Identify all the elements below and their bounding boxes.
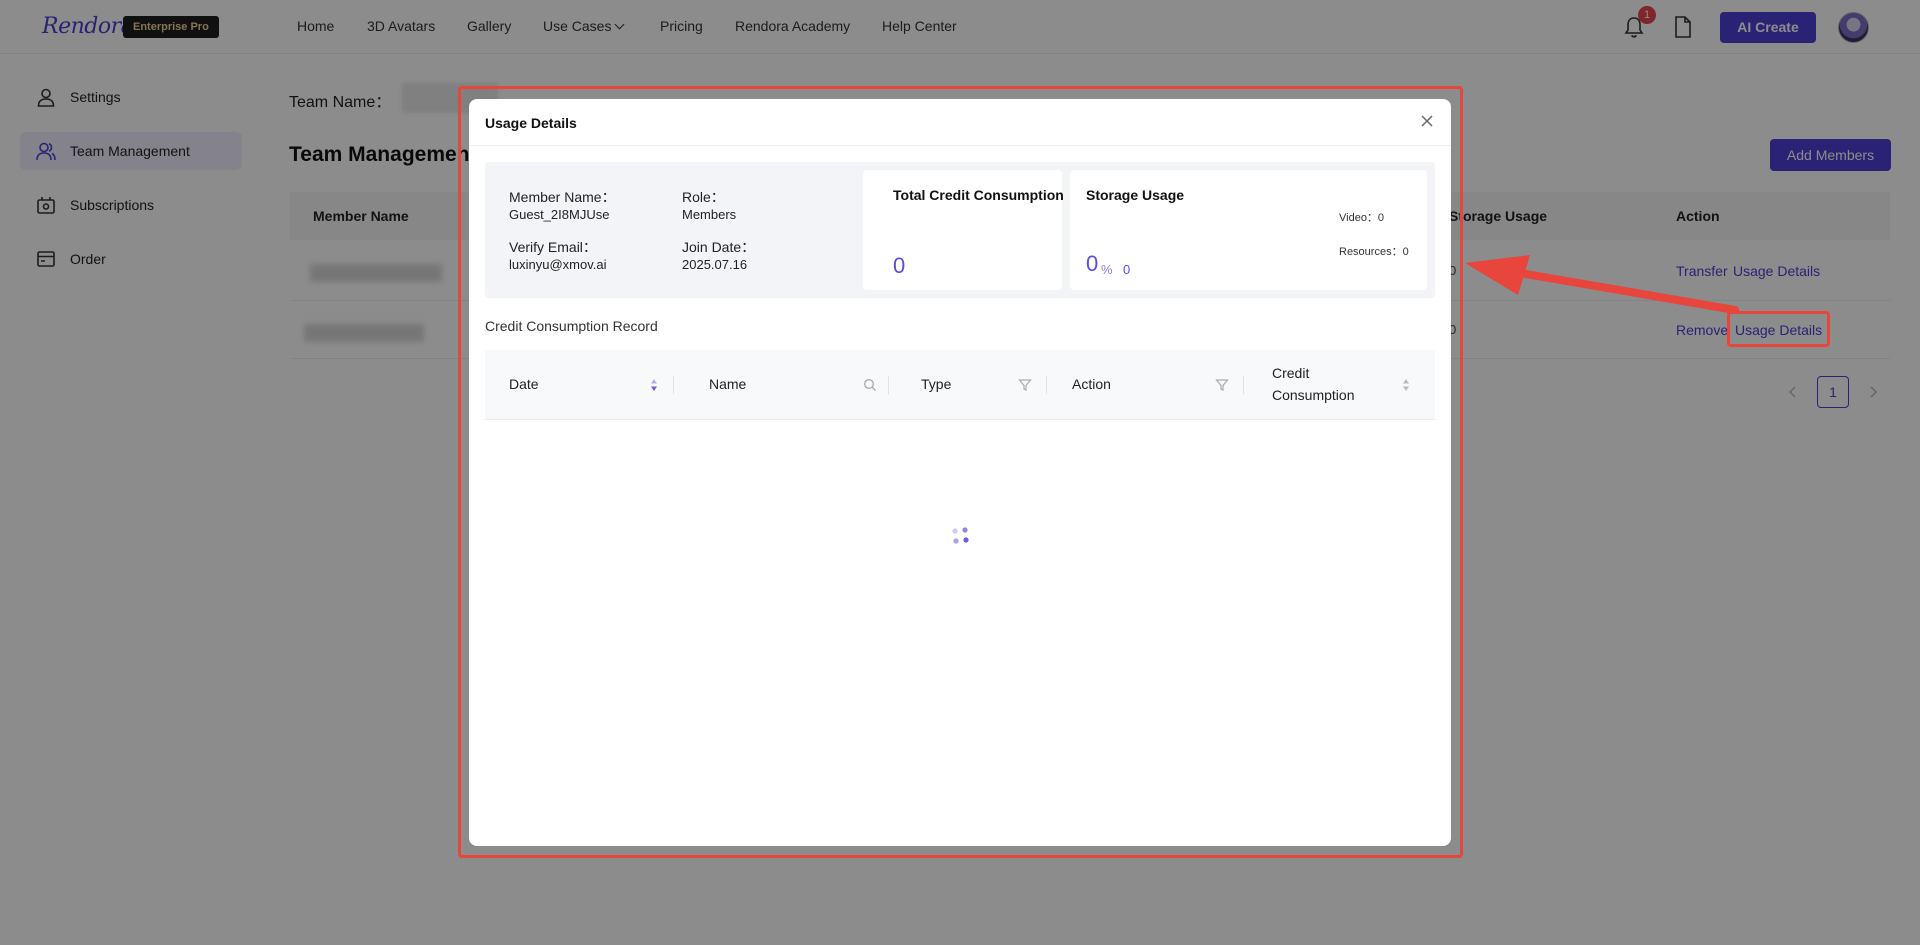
highlight-frame-modal	[458, 86, 1463, 858]
annotation-arrow-icon	[1465, 255, 1739, 314]
highlight-frame-usage-details	[1727, 311, 1830, 347]
